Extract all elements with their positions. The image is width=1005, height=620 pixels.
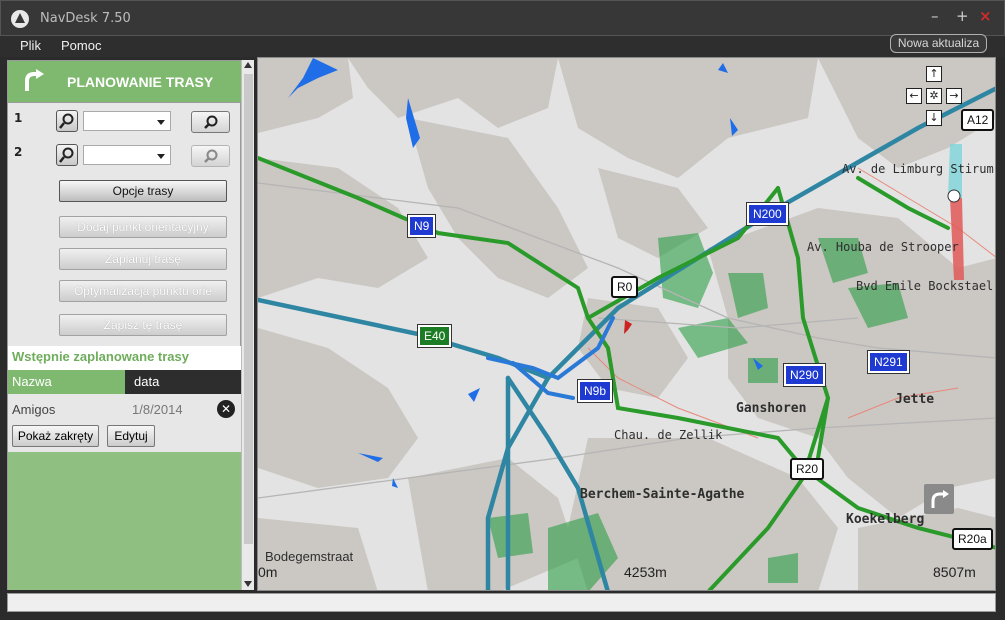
pan-up-icon[interactable]: ↑ xyxy=(926,66,942,82)
chevron-down-icon xyxy=(157,120,165,125)
curve-arrow-icon xyxy=(931,490,949,508)
saved-routes-list-empty-area xyxy=(8,452,241,590)
chevron-down-icon xyxy=(157,154,165,159)
save-route-button[interactable]: Zapisz tę trasę xyxy=(59,314,227,336)
waypoint-2-search-button[interactable] xyxy=(191,145,230,167)
minimize-button[interactable]: – xyxy=(931,9,939,24)
title-bar: NavDesk 7.50 – + × xyxy=(0,0,1005,36)
saved-route-name: Amigos xyxy=(12,402,56,417)
menu-file[interactable]: Plik xyxy=(20,38,41,53)
scroll-up-icon[interactable] xyxy=(244,62,252,68)
road-sign-n200: N200 xyxy=(746,202,789,226)
map-label-zellik: Chau. de Zellik xyxy=(614,428,723,442)
optimize-landmark-button[interactable]: Optymalizacja punktu orie xyxy=(59,280,227,302)
app-logo-icon xyxy=(11,10,29,28)
road-sign-e40: E40 xyxy=(416,324,453,348)
planner-title: PLANOWANIE TRASY xyxy=(67,74,214,90)
map-label-bockstael: Bvd Emile Bockstael xyxy=(856,279,994,293)
add-landmark-button[interactable]: Dodaj punkt orientacyjny xyxy=(59,216,227,238)
map-label-limburg: Av. de Limburg Stirum xyxy=(842,162,994,176)
road-sign-n9: N9 xyxy=(406,214,437,238)
waypoint-2-number: 2 xyxy=(14,145,23,159)
waypoint-2-locate-button[interactable] xyxy=(56,144,78,166)
scale-mid: 4253m xyxy=(624,564,667,580)
menu-bar: Plik Pomoc xyxy=(0,36,1005,57)
route-planner-panel: PLANOWANIE TRASY 1 2 Opcje trasy Dodaj p… xyxy=(7,60,241,590)
map-view[interactable]: Av. de Limburg Stirum Av. Houba de Stroo… xyxy=(257,57,996,591)
search-icon xyxy=(204,149,218,163)
planner-header: PLANOWANIE TRASY xyxy=(8,61,241,103)
map-label-houba: Av. Houba de Strooper xyxy=(807,240,959,254)
road-sign-r20: R20 xyxy=(790,458,825,480)
status-bar xyxy=(7,593,996,612)
saved-route-row[interactable]: Amigos 1/8/2014 ✕ Pokaż zakręty Edytuj xyxy=(8,394,241,452)
menu-help[interactable]: Pomoc xyxy=(61,38,101,53)
route-options-button[interactable]: Opcje trasy xyxy=(59,180,227,202)
pan-left-icon[interactable]: ← xyxy=(906,88,922,104)
waypoint-1-select[interactable] xyxy=(83,111,171,131)
road-sign-n291: N291 xyxy=(867,350,910,374)
road-sign-a12: A12 xyxy=(961,109,995,131)
turn-by-turn-icon[interactable] xyxy=(924,484,954,514)
road-sign-n9b: N9b xyxy=(576,379,614,403)
pan-center-icon[interactable]: ✲ xyxy=(926,88,942,104)
waypoint-2-select[interactable] xyxy=(83,145,171,165)
saved-routes-header: Wstępnie zaplanowane trasy xyxy=(8,346,241,370)
route-turn-icon xyxy=(25,69,44,91)
search-pin-icon xyxy=(59,147,74,163)
close-button[interactable]: × xyxy=(979,9,992,24)
pan-right-icon[interactable]: → xyxy=(946,88,962,104)
scale-end: 8507m xyxy=(933,564,976,580)
road-sign-r0: R0 xyxy=(611,276,639,298)
waypoint-1-locate-button[interactable] xyxy=(56,110,78,132)
saved-routes-title: Wstępnie zaplanowane trasy xyxy=(12,349,189,364)
edit-route-button[interactable]: Edytuj xyxy=(107,425,155,447)
column-name-header[interactable]: Nazwa xyxy=(8,370,125,394)
saved-routes-column-header: Nazwa data xyxy=(8,370,241,394)
map-label-berchem: Berchem-Sainte-Agathe xyxy=(580,487,745,502)
saved-route-date: 1/8/2014 xyxy=(132,402,183,417)
column-date-header[interactable]: data xyxy=(134,374,159,389)
road-sign-n290: N290 xyxy=(783,363,826,387)
search-icon xyxy=(204,115,218,129)
plan-route-button[interactable]: Zaplanuj trasę xyxy=(59,248,227,270)
waypoint-1-search-button[interactable] xyxy=(191,111,230,133)
delete-route-icon[interactable]: ✕ xyxy=(217,400,235,418)
window-title: NavDesk 7.50 xyxy=(40,11,131,26)
new-update-button[interactable]: Nowa aktualiza xyxy=(890,34,987,53)
panel-scrollbar[interactable] xyxy=(241,60,254,590)
scroll-down-icon[interactable] xyxy=(244,581,252,587)
waypoint-1-number: 1 xyxy=(14,111,23,125)
map-label-koekelberg: Koekelberg xyxy=(846,512,925,527)
maximize-button[interactable]: + xyxy=(956,9,969,24)
road-sign-r20a: R20a xyxy=(952,528,993,550)
scroll-thumb[interactable] xyxy=(244,74,253,544)
map-label-jette: Jette xyxy=(895,392,935,407)
scale-start: 0m xyxy=(258,564,278,580)
map-label-bodegem: Bodegemstraat xyxy=(265,549,354,564)
map-label-ganshoren: Ganshoren xyxy=(736,401,807,416)
pan-down-icon[interactable]: ↓ xyxy=(926,110,942,126)
search-pin-icon xyxy=(59,113,74,129)
show-turns-button[interactable]: Pokaż zakręty xyxy=(12,425,99,447)
